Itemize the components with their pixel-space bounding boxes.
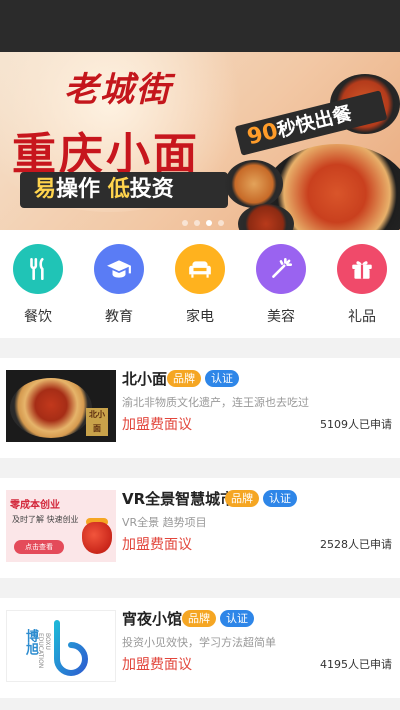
gift-icon <box>337 244 387 294</box>
listing-description: 投资小见效快，学习方法超简单 <box>122 636 276 649</box>
category-appliances[interactable]: 家电 <box>168 244 232 326</box>
certified-badge: 认证 <box>220 610 254 627</box>
thumbnail-stamp: 北小面 <box>86 408 108 436</box>
brand-logo-icon <box>54 620 88 676</box>
category-gifts[interactable]: 礼品 <box>330 244 394 326</box>
applicant-count: 2528人已申请 <box>320 538 392 551</box>
franchise-listing-card[interactable]: 北小面 北小面 品牌 认证 渝北非物质文化遗产，连王源也去吃过 加盟费面议 51… <box>0 358 400 458</box>
applicant-count: 5109人已申请 <box>320 418 392 431</box>
banner-slogan: 易操作 低投资 <box>20 172 228 208</box>
graduation-cap-icon <box>94 244 144 294</box>
franchise-fee: 加盟费面议 <box>122 657 192 673</box>
banner-side-dish-image <box>225 160 283 208</box>
certified-badge: 认证 <box>205 370 239 387</box>
thumbnail-subline: 及时了解 快速创业 <box>12 515 79 524</box>
listing-description: 渝北非物质文化遗产，连王源也去吃过 <box>122 396 309 409</box>
certified-badge: 认证 <box>263 490 297 507</box>
category-nav: 餐饮 教育 家电 美容 礼品 <box>0 230 400 338</box>
category-catering[interactable]: 餐饮 <box>6 244 70 326</box>
franchise-fee: 加盟费面议 <box>122 537 192 553</box>
applicant-count: 4195人已申请 <box>320 658 392 671</box>
listing-title: 北小面 <box>122 370 168 388</box>
listing-thumbnail: 北小面 <box>6 370 116 442</box>
brand-badge: 品牌 <box>167 370 201 387</box>
listing-thumbnail: 零成本创业 及时了解 快速创业 点击查看 <box>6 490 116 562</box>
category-education[interactable]: 教育 <box>87 244 151 326</box>
listing-title: 宵夜小馆 <box>122 610 183 628</box>
carousel-indicator <box>182 220 224 226</box>
thumbnail-headline: 零成本创业 <box>10 500 60 511</box>
carousel-dot-active[interactable] <box>206 220 212 226</box>
thumbnail-button: 点击查看 <box>14 540 64 554</box>
category-label: 教育 <box>105 309 133 325</box>
franchise-listing-card[interactable]: 零成本创业 及时了解 快速创业 点击查看 VR全景智慧城市 品牌 认证 VR全景… <box>0 478 400 578</box>
banner-brand-logo: 老城街 <box>64 70 172 110</box>
fork-knife-icon <box>13 244 63 294</box>
status-bar <box>0 0 400 52</box>
carousel-dot[interactable] <box>194 220 200 226</box>
brand-badge: 品牌 <box>225 490 259 507</box>
category-label: 餐饮 <box>24 309 52 325</box>
franchise-fee: 加盟费面议 <box>122 417 192 433</box>
category-label: 礼品 <box>348 309 376 325</box>
listing-title: VR全景智慧城市 <box>122 490 236 508</box>
carousel-dot[interactable] <box>182 220 188 226</box>
franchise-listing-card[interactable]: 博旭 BOXU EDUCATION 宵夜小馆 品牌 认证 投资小见效快，学习方法… <box>0 598 400 698</box>
carousel-dot[interactable] <box>218 220 224 226</box>
magic-wand-icon <box>256 244 306 294</box>
listing-description: VR全景 趋势项目 <box>122 516 207 529</box>
category-label: 美容 <box>267 309 295 325</box>
sofa-icon <box>175 244 225 294</box>
brand-badge: 品牌 <box>182 610 216 627</box>
promo-banner[interactable]: 老城街 重庆小面 易操作 低投资 90秒快出餐 <box>0 52 400 230</box>
listing-thumbnail: 博旭 BOXU EDUCATION <box>6 610 116 682</box>
noodle-bowl-image <box>10 378 92 438</box>
category-label: 家电 <box>186 309 214 325</box>
money-bag-icon <box>82 522 112 554</box>
category-beauty[interactable]: 美容 <box>249 244 313 326</box>
